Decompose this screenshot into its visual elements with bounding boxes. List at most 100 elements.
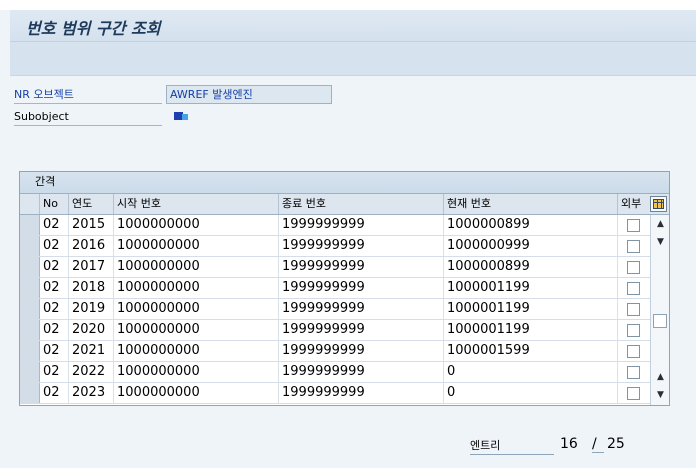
table-row[interactable]: 02 2020 1000000000 1999999999 1000001199 bbox=[20, 320, 650, 341]
column-header-external[interactable]: 외부 bbox=[618, 194, 648, 214]
scroll-thumb[interactable] bbox=[653, 314, 667, 328]
cell-year: 2021 bbox=[69, 341, 114, 361]
table-row[interactable]: 02 2017 1000000000 1999999999 1000000899 bbox=[20, 257, 650, 278]
cell-start: 1000000000 bbox=[114, 320, 279, 340]
cell-start: 1000000000 bbox=[114, 341, 279, 361]
row-selector[interactable] bbox=[20, 320, 40, 340]
cell-start: 1000000000 bbox=[114, 236, 279, 256]
table-row[interactable]: 02 2019 1000000000 1999999999 1000001199 bbox=[20, 299, 650, 320]
subobject-label: Subobject bbox=[14, 108, 162, 126]
row-selector[interactable] bbox=[20, 278, 40, 298]
subobject-icon[interactable] bbox=[174, 112, 190, 122]
settings-grid-frame bbox=[653, 199, 664, 209]
table-row[interactable]: 02 2016 1000000000 1999999999 1000000999 bbox=[20, 236, 650, 257]
external-checkbox[interactable] bbox=[627, 261, 640, 274]
settings-grid-line bbox=[661, 199, 662, 209]
cell-current: 1000001199 bbox=[444, 299, 618, 319]
external-checkbox[interactable] bbox=[627, 324, 640, 337]
external-checkbox[interactable] bbox=[627, 240, 640, 253]
cell-current: 1000000999 bbox=[444, 236, 618, 256]
row-selector[interactable] bbox=[20, 383, 40, 403]
entry-separator: / bbox=[592, 436, 604, 453]
select-all-cell[interactable] bbox=[20, 194, 40, 214]
cell-year: 2022 bbox=[69, 362, 114, 382]
cell-current: 0 bbox=[444, 362, 618, 382]
row-selector[interactable] bbox=[20, 362, 40, 382]
cell-end: 1999999999 bbox=[279, 299, 444, 319]
table-row[interactable]: 02 2023 1000000000 1999999999 0 bbox=[20, 383, 650, 404]
column-header-no[interactable]: No bbox=[40, 194, 69, 214]
cell-end: 1999999999 bbox=[279, 341, 444, 361]
cell-start: 1000000000 bbox=[114, 362, 279, 382]
row-selector[interactable] bbox=[20, 299, 40, 319]
cell-end: 1999999999 bbox=[279, 236, 444, 256]
page-up-icon[interactable]: ▲ bbox=[654, 218, 667, 230]
cell-year: 2018 bbox=[69, 278, 114, 298]
cell-current: 1000000899 bbox=[444, 257, 618, 277]
cell-year: 2017 bbox=[69, 257, 114, 277]
column-header-start[interactable]: 시작 번호 bbox=[114, 194, 279, 214]
cell-no: 02 bbox=[40, 320, 69, 340]
cell-year: 2019 bbox=[69, 299, 114, 319]
settings-grid-line bbox=[653, 202, 664, 203]
scroll-down-icon[interactable]: ▼ bbox=[654, 236, 667, 248]
application-toolbar bbox=[10, 42, 696, 76]
cell-no: 02 bbox=[40, 362, 69, 382]
cell-year: 2020 bbox=[69, 320, 114, 340]
cell-no: 02 bbox=[40, 383, 69, 403]
cell-start: 1000000000 bbox=[114, 215, 279, 235]
page-title: 번호 범위 구간 조회 bbox=[26, 19, 161, 38]
cell-current: 1000001599 bbox=[444, 341, 618, 361]
cell-start: 1000000000 bbox=[114, 383, 279, 403]
table-title: 간격 bbox=[20, 172, 669, 194]
table-row[interactable]: 02 2021 1000000000 1999999999 1000001599 bbox=[20, 341, 650, 362]
table-settings-icon[interactable] bbox=[650, 196, 667, 212]
entry-total: 25 bbox=[607, 436, 625, 452]
settings-grid-line bbox=[657, 199, 658, 209]
cell-no: 02 bbox=[40, 278, 69, 298]
external-checkbox[interactable] bbox=[627, 303, 640, 316]
external-checkbox[interactable] bbox=[627, 282, 640, 295]
cell-year: 2015 bbox=[69, 215, 114, 235]
cell-end: 1999999999 bbox=[279, 362, 444, 382]
cell-start: 1000000000 bbox=[114, 278, 279, 298]
cell-year: 2023 bbox=[69, 383, 114, 403]
entry-current: 16 bbox=[560, 436, 578, 452]
external-checkbox[interactable] bbox=[627, 345, 640, 358]
table-header-row: No 연도 시작 번호 종료 번호 현재 번호 외부 bbox=[20, 194, 669, 215]
cell-end: 1999999999 bbox=[279, 257, 444, 277]
nr-object-label: NR 오브젝트 bbox=[14, 86, 162, 104]
column-header-year[interactable]: 연도 bbox=[69, 194, 114, 214]
cell-no: 02 bbox=[40, 257, 69, 277]
row-selector[interactable] bbox=[20, 215, 40, 235]
table-row[interactable]: 02 2018 1000000000 1999999999 1000001199 bbox=[20, 278, 650, 299]
cell-current: 0 bbox=[444, 383, 618, 403]
cell-no: 02 bbox=[40, 299, 69, 319]
scroll-up-icon[interactable]: ▲ bbox=[654, 371, 667, 383]
column-header-current[interactable]: 현재 번호 bbox=[444, 194, 618, 214]
table-body: 02 2015 1000000000 1999999999 1000000899… bbox=[20, 215, 650, 405]
external-checkbox[interactable] bbox=[627, 387, 640, 400]
intervals-table: 간격 No 연도 시작 번호 종료 번호 현재 번호 외부 02 2015 10… bbox=[19, 171, 670, 406]
row-selector[interactable] bbox=[20, 236, 40, 256]
row-selector[interactable] bbox=[20, 341, 40, 361]
table-row[interactable]: 02 2022 1000000000 1999999999 0 bbox=[20, 362, 650, 383]
column-header-end[interactable]: 종료 번호 bbox=[279, 194, 444, 214]
row-selector[interactable] bbox=[20, 257, 40, 277]
entry-label: 엔트리 bbox=[470, 438, 554, 455]
cell-no: 02 bbox=[40, 341, 69, 361]
cell-start: 1000000000 bbox=[114, 299, 279, 319]
nr-object-field[interactable]: AWREF 발생엔진 bbox=[166, 85, 332, 104]
subobject-icon-part-light bbox=[182, 114, 188, 120]
title-bar: 번호 범위 구간 조회 bbox=[10, 10, 696, 42]
table-row[interactable]: 02 2015 1000000000 1999999999 1000000899 bbox=[20, 215, 650, 236]
cell-current: 1000001199 bbox=[444, 278, 618, 298]
external-checkbox[interactable] bbox=[627, 366, 640, 379]
cell-end: 1999999999 bbox=[279, 383, 444, 403]
cell-end: 1999999999 bbox=[279, 278, 444, 298]
external-checkbox[interactable] bbox=[627, 219, 640, 232]
cell-no: 02 bbox=[40, 236, 69, 256]
cell-start: 1000000000 bbox=[114, 257, 279, 277]
page-down-icon[interactable]: ▼ bbox=[654, 389, 667, 401]
vertical-scrollbar[interactable]: ▲ ▼ ▲ ▼ bbox=[650, 215, 669, 405]
